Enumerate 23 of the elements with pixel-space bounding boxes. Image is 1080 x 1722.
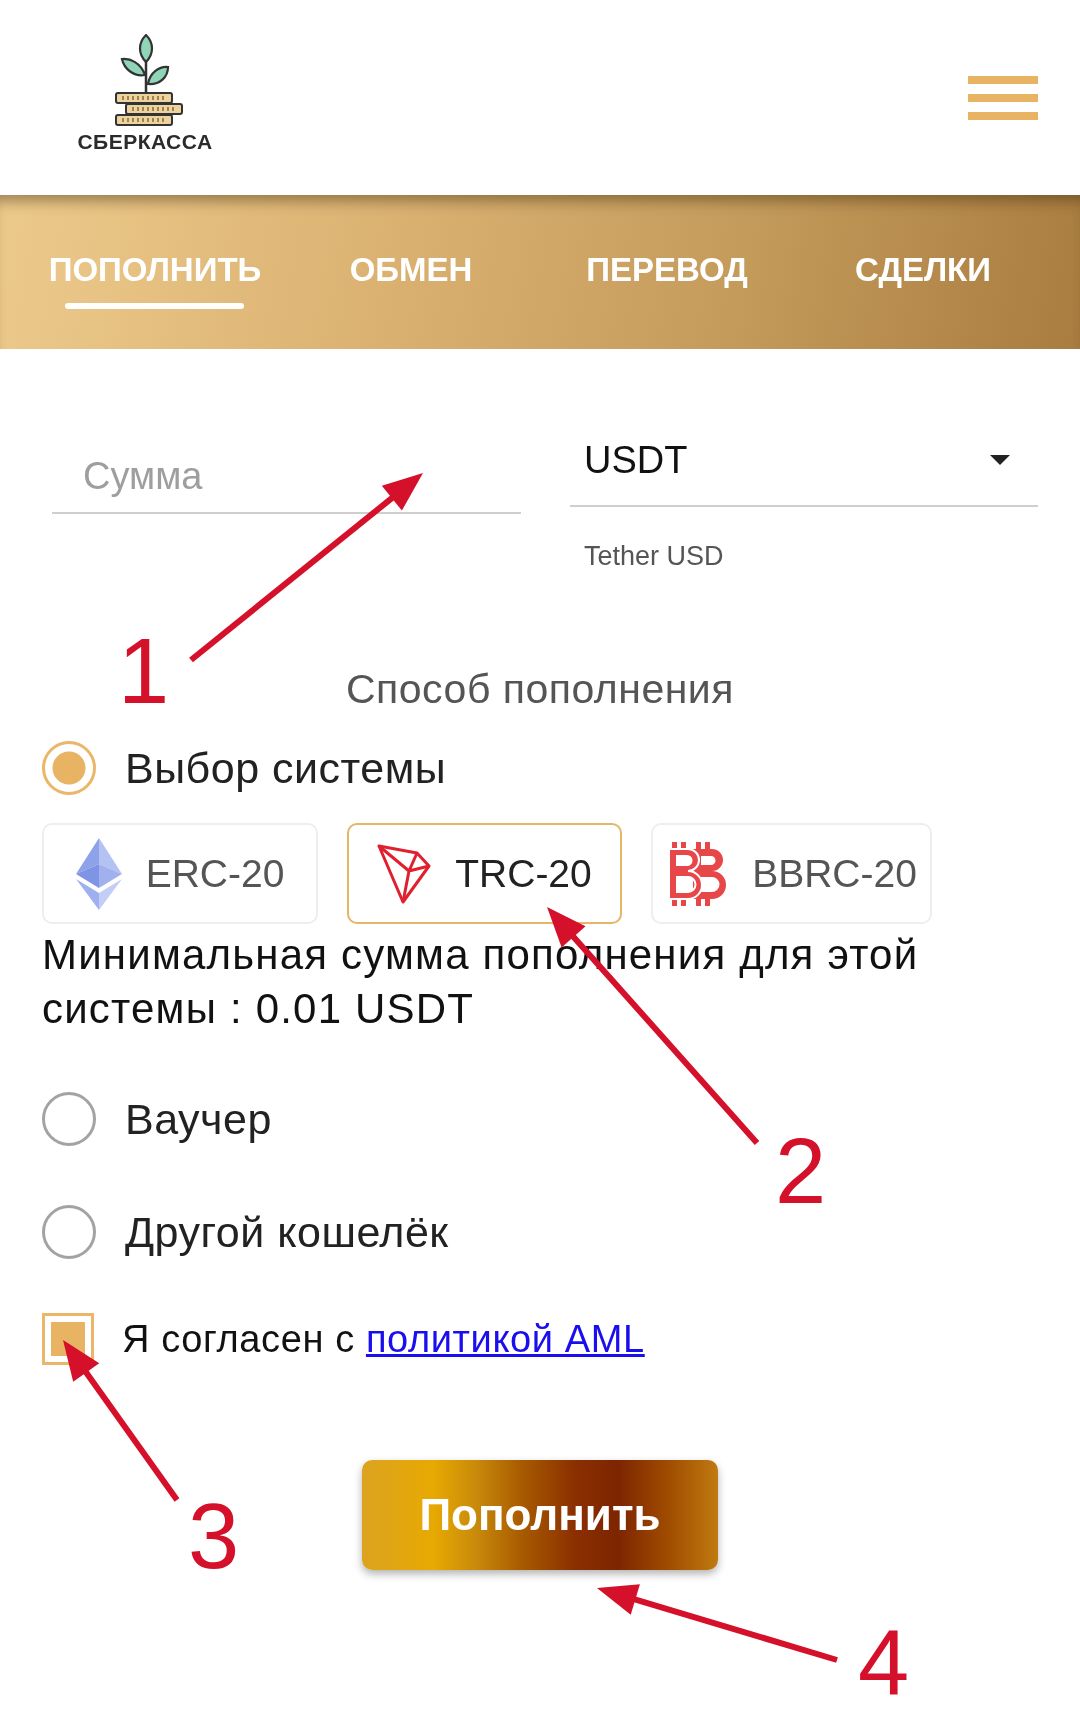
- annotation-number: 4: [858, 1616, 910, 1708]
- tron-icon: [377, 843, 432, 904]
- network-button[interactable]: TRC-20: [347, 823, 622, 924]
- menu-icon: [968, 76, 1038, 120]
- logo-text: СБЕРКАССА: [77, 130, 213, 154]
- radio-option[interactable]: Выбор системы: [42, 741, 447, 795]
- radio-option[interactable]: Ваучер: [42, 1092, 272, 1146]
- ethereum-icon: [75, 837, 122, 910]
- currency-select[interactable]: USDT: [570, 419, 1038, 507]
- submit-button[interactable]: Пополнить: [362, 1460, 718, 1570]
- annotation-number: 3: [188, 1490, 240, 1582]
- amount-field[interactable]: Сумма: [52, 440, 521, 514]
- logo-icon: [113, 34, 184, 126]
- helper-text: Tether USD: [583, 541, 725, 571]
- network-button[interactable]: BBRC-20: [651, 823, 932, 924]
- annotation-number: 1: [118, 625, 170, 717]
- aml-policy-link[interactable]: политикой AML: [365, 1318, 645, 1360]
- agreement-text: Я согласен с политикой AML: [122, 1317, 645, 1361]
- caret-icon: [990, 455, 1010, 465]
- radio-option[interactable]: Другой кошелёк: [42, 1205, 449, 1259]
- network-button[interactable]: ERC-20: [42, 823, 318, 924]
- section-title: Способ пополнения: [346, 666, 734, 712]
- annotation-number: 2: [775, 1125, 827, 1217]
